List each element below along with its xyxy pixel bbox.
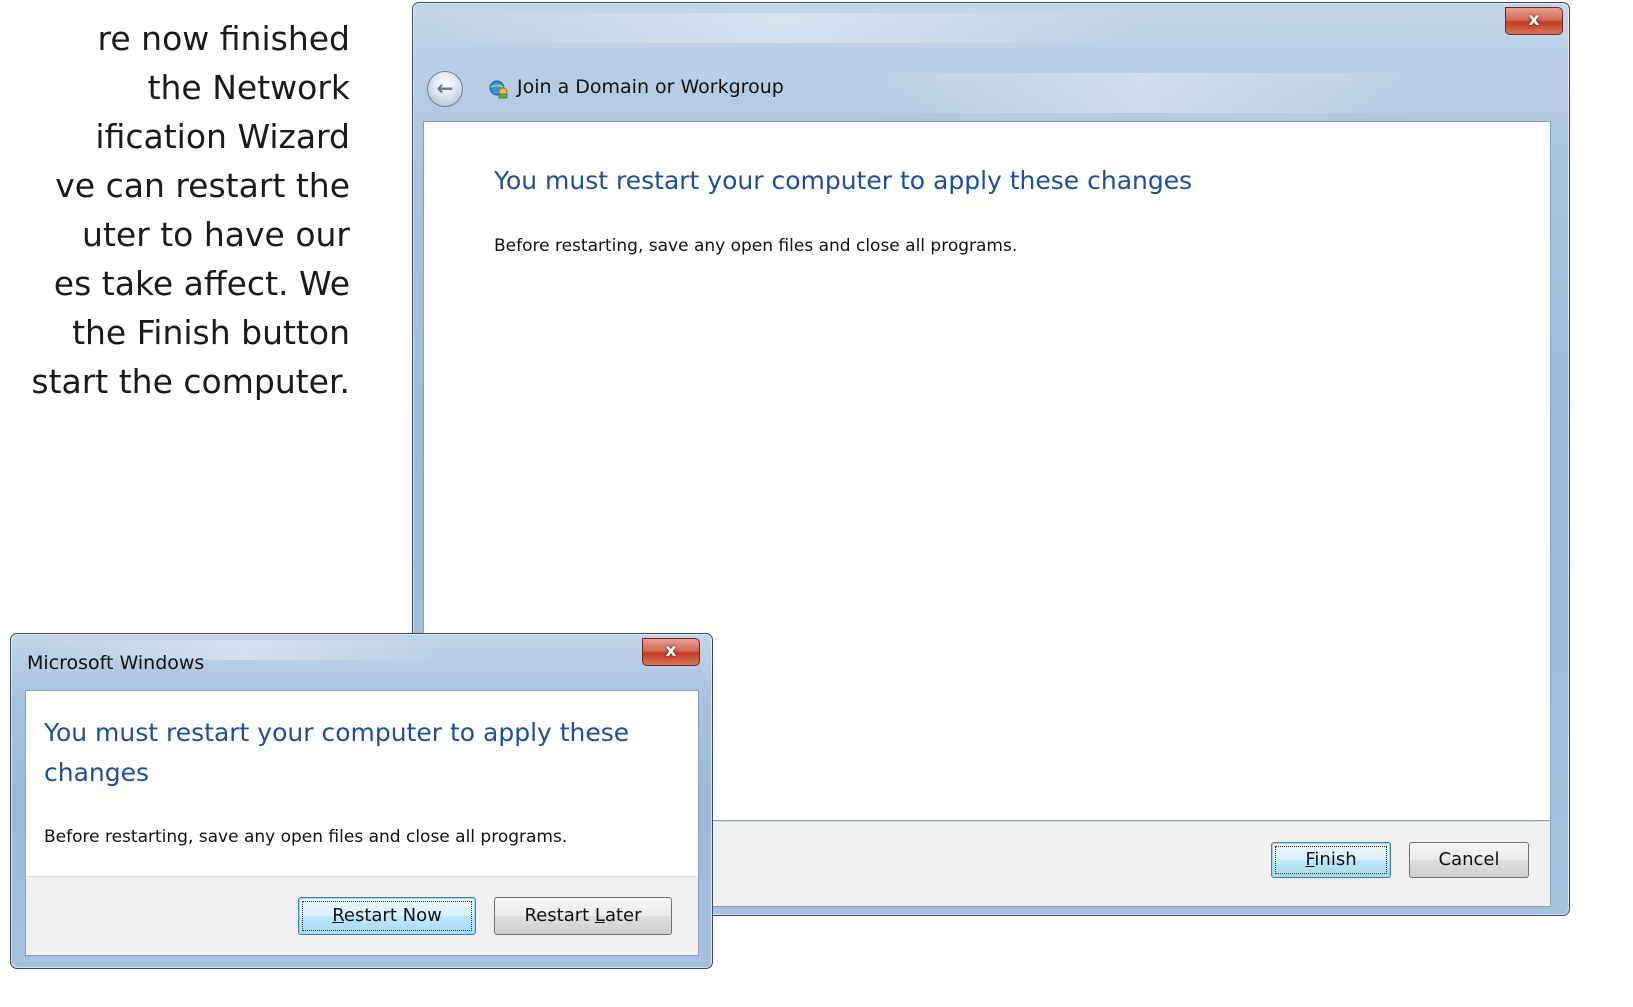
caption-line: uter to have our bbox=[82, 215, 350, 254]
wizard-titlebar: ← Join a Domain or Workgroup bbox=[427, 65, 1227, 113]
slide-caption: re now finished the Network ification Wi… bbox=[0, 14, 350, 406]
caption-line: the Network bbox=[147, 68, 350, 107]
restart-now-accelerator: R bbox=[332, 905, 344, 926]
restart-dialog: Microsoft Windows x You must restart you… bbox=[10, 633, 713, 969]
close-button[interactable]: x bbox=[1505, 7, 1563, 35]
back-arrow-icon: ← bbox=[436, 76, 454, 100]
restart-later-label-pre: Restart bbox=[524, 905, 595, 926]
dialog-heading: You must restart your computer to apply … bbox=[44, 718, 630, 787]
restart-later-accelerator: L bbox=[594, 905, 605, 926]
dialog-title: Microsoft Windows bbox=[27, 652, 205, 674]
dialog-content-pane: You must restart your computer to apply … bbox=[25, 690, 699, 877]
restart-now-button[interactable]: Restart Now bbox=[298, 897, 476, 935]
restart-later-button[interactable]: Restart Later bbox=[494, 897, 672, 935]
restart-later-label: ater bbox=[604, 905, 642, 926]
window-title: Join a Domain or Workgroup bbox=[517, 76, 784, 98]
finish-button[interactable]: Finish bbox=[1271, 842, 1391, 878]
restart-now-label: estart Now bbox=[343, 905, 442, 926]
glass-reflection bbox=[433, 13, 1133, 43]
restart-instructions: Before restarting, save any open files a… bbox=[494, 236, 1018, 256]
caption-line: es take affect. We bbox=[53, 264, 350, 303]
back-button[interactable]: ← bbox=[427, 71, 463, 107]
caption-line: start the computer. bbox=[31, 362, 350, 401]
caption-line: ve can restart the bbox=[55, 166, 350, 205]
network-globe-icon bbox=[489, 80, 508, 99]
caption-line: re now finished bbox=[97, 19, 350, 58]
dialog-close-button[interactable]: x bbox=[642, 638, 700, 666]
finish-label: inish bbox=[1314, 849, 1357, 870]
cancel-button[interactable]: Cancel bbox=[1409, 842, 1529, 878]
dialog-instructions: Before restarting, save any open files a… bbox=[44, 827, 568, 847]
restart-heading: You must restart your computer to apply … bbox=[494, 166, 1193, 195]
dialog-button-bar: Restart Now Restart Later bbox=[25, 876, 699, 956]
caption-line: the Finish button bbox=[61, 313, 350, 352]
caption-line: ification Wizard bbox=[95, 117, 350, 156]
